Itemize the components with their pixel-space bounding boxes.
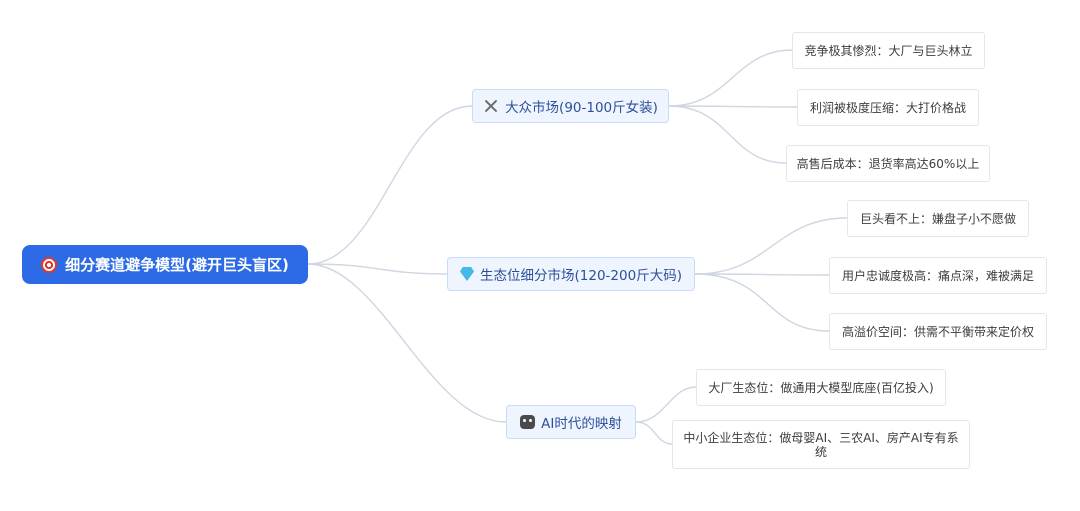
leaf-node[interactable]: 巨头看不上：嫌盘子小不愿做 <box>847 200 1029 237</box>
edge-branch-1-leaf-3 <box>668 105 787 164</box>
branch-label: 生态位细分市场(120-200斤大码) <box>480 268 682 284</box>
edge-branch-1-leaf-1 <box>668 49 793 107</box>
edge-branch-2-leaf-3 <box>694 273 830 332</box>
target-icon <box>41 256 58 273</box>
leaf-label: 竞争极其惨烈：大厂与巨头林立 <box>804 43 973 58</box>
edge-branch-3-leaf-1 <box>635 386 697 423</box>
branch-niche-market[interactable]: 生态位细分市场(120-200斤大码) <box>447 257 695 291</box>
leaf-node[interactable]: 中小企业生态位：做母婴AI、三农AI、房产AI专有系统 <box>672 420 970 469</box>
leaf-node[interactable]: 高售后成本：退货率高达60%以上 <box>786 145 990 182</box>
branch-label: 大众市场(90-100斤女装) <box>505 100 658 116</box>
edge-branch-1-leaf-2 <box>668 105 798 108</box>
leaf-label: 大厂生态位：做通用大模型底座(百亿投入) <box>708 380 934 395</box>
branch-label: AI时代的映射 <box>541 416 622 432</box>
leaf-node[interactable]: 高溢价空间：供需不平衡带来定价权 <box>829 313 1047 350</box>
branch-mass-market[interactable]: 大众市场(90-100斤女装) <box>472 89 669 123</box>
leaf-label: 巨头看不上：嫌盘子小不愿做 <box>859 211 1016 226</box>
root-label: 细分赛道避争模型(避开巨头盲区) <box>65 256 289 274</box>
leaf-node[interactable]: 竞争极其惨烈：大厂与巨头林立 <box>792 32 985 69</box>
branch-ai-era[interactable]: AI时代的映射 <box>506 405 636 439</box>
robot-icon <box>520 415 536 429</box>
leaf-label: 中小企业生态位：做母婴AI、三农AI、房产AI专有系统 <box>683 430 959 459</box>
leaf-node[interactable]: 大厂生态位：做通用大模型底座(百亿投入) <box>696 369 946 406</box>
edge-branch-2-leaf-2 <box>694 273 830 276</box>
leaf-label: 利润被极度压缩：大打价格战 <box>809 100 966 115</box>
edge-branch-3-leaf-2 <box>635 421 673 445</box>
leaf-label: 高售后成本：退货率高达60%以上 <box>796 156 980 171</box>
root-node[interactable]: 细分赛道避争模型(避开巨头盲区) <box>22 245 308 284</box>
leaf-node[interactable]: 用户忠诚度极高：痛点深，难被满足 <box>829 257 1047 294</box>
edge-branch-2-leaf-1 <box>694 217 848 275</box>
edge-root-branch-1 <box>307 105 473 265</box>
leaf-label: 用户忠诚度极高：痛点深，难被满足 <box>841 268 1034 283</box>
leaf-label: 高溢价空间：供需不平衡带来定价权 <box>841 324 1034 339</box>
mindmap-canvas: 细分赛道避争模型(避开巨头盲区) 大众市场(90-100斤女装) 生态位细分市场… <box>0 0 1080 511</box>
crossed-swords-icon <box>483 98 499 114</box>
leaf-node[interactable]: 利润被极度压缩：大打价格战 <box>797 89 979 126</box>
gem-icon <box>460 267 475 281</box>
